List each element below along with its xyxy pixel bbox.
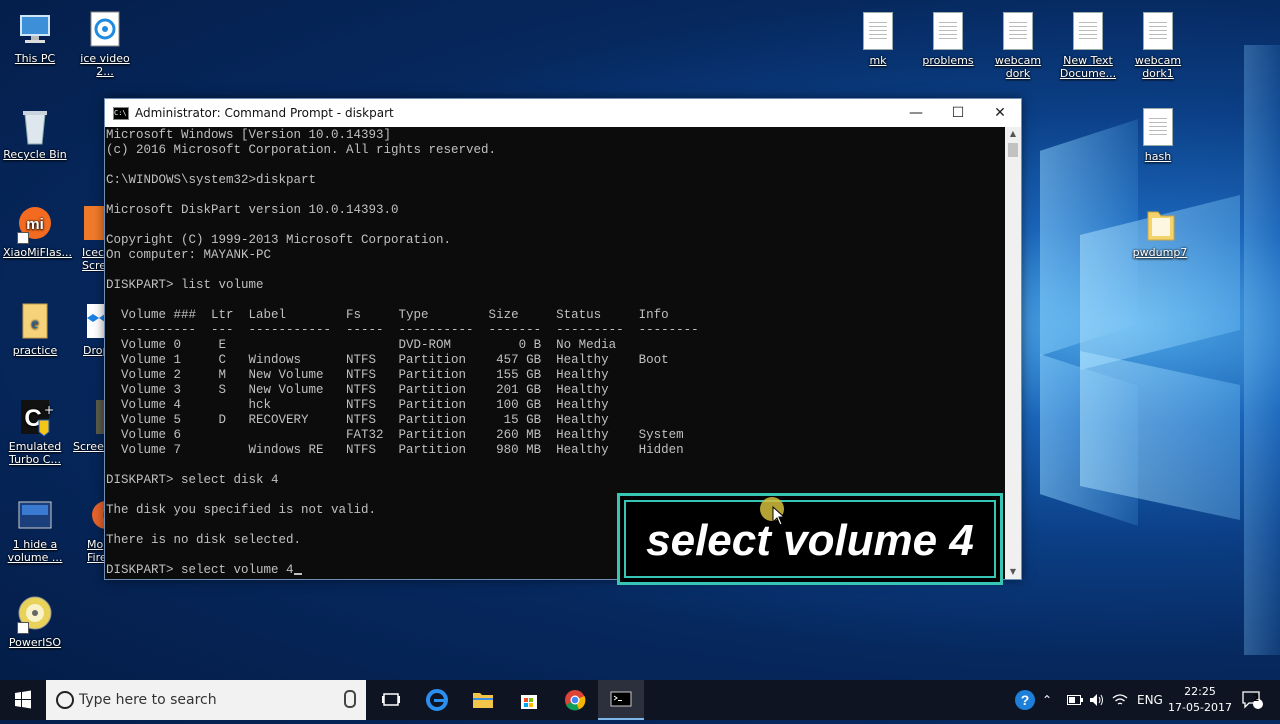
help-tray-button[interactable]: ? <box>1014 680 1036 720</box>
desktop-icon-hash[interactable]: hash <box>1126 106 1190 163</box>
task-view-button[interactable] <box>368 680 414 720</box>
show-hidden-icons-button[interactable]: ⌃ <box>1042 680 1052 720</box>
text-file-icon <box>860 12 896 52</box>
text-file-icon <box>930 12 966 52</box>
taskbar-search-box[interactable]: Type here to search <box>46 680 366 720</box>
desktop-icon-dropbox[interactable]: Drop <box>66 302 106 357</box>
desktop-icon-hide-volume-video[interactable]: 1 hide a volume ... <box>3 496 67 564</box>
text-file-icon <box>1140 12 1176 52</box>
microphone-icon[interactable] <box>344 690 356 708</box>
recycle-bin-icon <box>17 106 53 146</box>
icecream-icon <box>78 204 106 244</box>
disc-icon <box>17 594 53 634</box>
vertical-scrollbar[interactable]: ▲ ▼ <box>1005 127 1021 579</box>
wallpaper-beam <box>1244 45 1280 655</box>
start-button[interactable] <box>0 680 46 720</box>
clock-time: 22:25 <box>1184 685 1216 698</box>
notification-icon <box>1242 691 1263 709</box>
mouse-pointer-icon <box>772 506 786 526</box>
desktop-icon-pwdump7[interactable]: pwdump7 <box>1128 204 1192 259</box>
task-view-icon <box>382 693 400 706</box>
close-button[interactable]: ✕ <box>979 105 1021 121</box>
scroll-up-arrow-icon[interactable]: ▲ <box>1005 127 1021 141</box>
desktop-icon-new-text-document[interactable]: New Text Docume... <box>1056 10 1120 80</box>
folder-icon <box>473 693 493 708</box>
video-app-icon <box>87 10 123 50</box>
document-icon: e <box>17 302 53 342</box>
video-thumbnail-icon <box>17 496 53 536</box>
cmd-app-icon: C:\ <box>113 106 129 120</box>
text-file-icon <box>1140 108 1176 148</box>
speaker-icon <box>1090 694 1103 706</box>
desktop-icon-turbo-c[interactable]: C++ Emulated Turbo C... <box>3 398 67 466</box>
network-tray[interactable] <box>1112 680 1128 720</box>
wifi-icon <box>1112 694 1128 705</box>
chevron-up-icon: ⌃ <box>1042 693 1053 707</box>
taskbar-edge[interactable] <box>414 680 460 720</box>
scrollbar-thumb[interactable] <box>1008 143 1018 157</box>
scroll-down-arrow-icon[interactable]: ▼ <box>1005 565 1021 579</box>
desktop-icon-recycle-bin[interactable]: Recycle Bin <box>3 106 67 161</box>
desktop-icon-icecream[interactable]: Icec Scre <box>66 204 106 272</box>
text-file-icon <box>1070 12 1106 52</box>
minimize-button[interactable]: — <box>895 105 937 121</box>
desktop-icon-xiaomiflash[interactable]: mi XiaoMiFlas... <box>3 204 72 259</box>
window-title: Administrator: Command Prompt - diskpart <box>135 106 394 120</box>
edge-icon <box>426 689 448 711</box>
svg-text:++: ++ <box>44 403 53 417</box>
svg-text:mi: mi <box>26 216 44 233</box>
language-indicator[interactable]: ENG <box>1137 680 1163 720</box>
windows-logo-icon <box>15 690 31 709</box>
desktop-icon-screen[interactable]: Screen <box>66 398 106 453</box>
xiaomi-icon: mi <box>17 204 53 244</box>
text-cursor <box>293 573 302 575</box>
console-prompt-line: DISKPART> select volume 4 <box>106 563 294 577</box>
window-titlebar[interactable]: C:\ Administrator: Command Prompt - disk… <box>105 99 1021 127</box>
taskbar-store[interactable] <box>506 680 552 720</box>
search-placeholder: Type here to search <box>79 692 217 708</box>
chrome-icon <box>565 690 586 711</box>
maximize-button[interactable]: ☐ <box>937 105 979 121</box>
cortana-icon <box>56 691 74 709</box>
battery-tray[interactable] <box>1067 680 1083 720</box>
caption-text: select volume 4 <box>646 516 974 565</box>
taskbar-file-explorer[interactable] <box>460 680 506 720</box>
desktop-icon-webcam-dork1[interactable]: webcam dork1 <box>1126 10 1190 80</box>
taskbar-command-prompt[interactable] <box>598 680 644 720</box>
caption-overlay: select volume 4 <box>617 493 1003 585</box>
store-icon <box>521 695 537 709</box>
notification-count: 2 <box>1253 694 1260 704</box>
desktop-icon-this-pc[interactable]: This PC <box>3 10 67 65</box>
computer-icon <box>17 10 53 50</box>
folder-icon <box>1142 204 1178 244</box>
desktop-icon-problems[interactable]: problems <box>916 10 980 67</box>
desktop-icon-practice[interactable]: e practice <box>3 302 67 357</box>
battery-icon <box>1067 695 1083 705</box>
volume-tray[interactable] <box>1089 680 1105 720</box>
taskbar-chrome[interactable] <box>552 680 598 720</box>
action-center-button[interactable]: 2 <box>1241 680 1263 720</box>
text-file-icon <box>1000 12 1036 52</box>
firefox-icon <box>82 496 106 536</box>
clock-date: 17-05-2017 <box>1168 701 1232 714</box>
desktop-icon-mk[interactable]: mk <box>846 10 910 67</box>
help-icon: ? <box>1015 690 1035 710</box>
taskbar: Type here to search ? ⌃ ENG 22:25 17-05-… <box>0 680 1280 720</box>
svg-text:e: e <box>31 315 38 332</box>
turbo-c-icon: C++ <box>17 398 64 438</box>
desktop-icon-ice-video[interactable]: ice video 2... <box>73 10 137 78</box>
screen-app-icon <box>86 398 106 438</box>
desktop-icon-firefox[interactable]: Mo Fire <box>66 496 106 564</box>
cmd-icon <box>610 691 632 707</box>
desktop-icon-webcam-dork[interactable]: webcam dork <box>986 10 1050 80</box>
svg-text:?: ? <box>1021 692 1030 708</box>
dropbox-icon <box>80 302 106 342</box>
taskbar-clock[interactable]: 22:25 17-05-2017 <box>1165 684 1235 716</box>
desktop-icon-poweriso[interactable]: PowerISO <box>3 594 67 649</box>
